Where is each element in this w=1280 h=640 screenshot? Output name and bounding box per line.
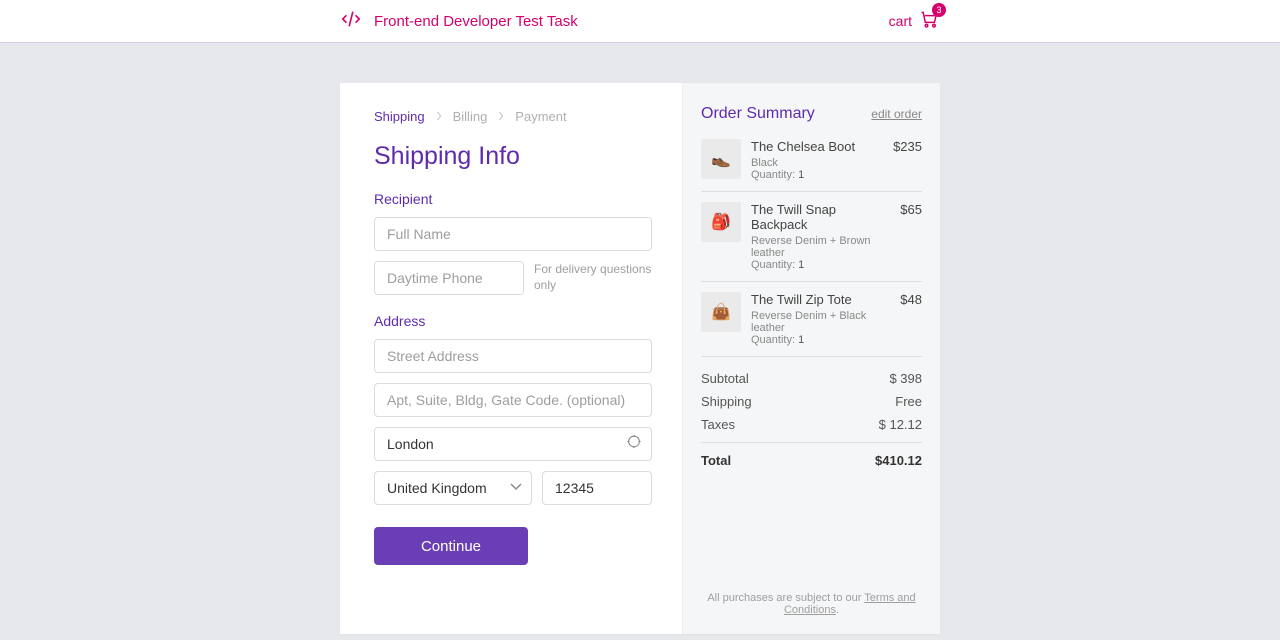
item-qty: Quantity: 1 [751,169,883,181]
cart-count-badge: 3 [932,3,946,17]
page-title: Shipping Info [374,142,652,171]
item-desc: Reverse Denim + Black leather [751,310,890,334]
address-label: Address [374,313,652,329]
total-value: $410.12 [875,453,922,468]
recipient-label: Recipient [374,191,652,207]
item-desc: Black [751,157,883,169]
order-item: 👞 The Chelsea Boot Black Quantity: 1 $23… [701,139,922,192]
subtotal-value: $ 398 [889,371,922,386]
phone-hint: For delivery questions only [534,262,652,293]
chevron-right-icon [435,109,443,124]
item-desc: Reverse Denim + Brown leather [751,235,890,259]
step-billing[interactable]: Billing [453,109,488,124]
subtotal-label: Subtotal [701,371,749,386]
checkout-card: Shipping Billing Payment Shipping Info R… [340,83,940,634]
shipping-form: Shipping Billing Payment Shipping Info R… [340,83,682,634]
zip-input[interactable] [542,471,652,505]
step-shipping[interactable]: Shipping [374,109,425,124]
chevron-right-icon [497,109,505,124]
phone-input[interactable] [374,261,524,295]
order-item: 🎒 The Twill Snap Backpack Reverse Denim … [701,192,922,282]
item-name: The Twill Snap Backpack [751,202,890,232]
country-select[interactable] [374,471,532,505]
logo: Front-end Developer Test Task [340,8,578,35]
item-thumbnail: 👜 [701,292,741,332]
item-qty: Quantity: 1 [751,259,890,271]
site-header: Front-end Developer Test Task cart 3 [0,0,1280,43]
cart-button[interactable]: cart 3 [889,9,940,34]
step-payment[interactable]: Payment [515,109,566,124]
cart-label: cart [889,13,912,29]
locate-icon[interactable] [626,434,642,455]
code-icon [340,8,362,35]
order-summary-title: Order Summary [701,105,815,123]
item-thumbnail: 🎒 [701,202,741,242]
edit-order-link[interactable]: edit order [871,107,922,121]
item-name: The Chelsea Boot [751,139,883,154]
item-name: The Twill Zip Tote [751,292,890,307]
city-input[interactable] [374,427,652,461]
site-title: Front-end Developer Test Task [374,13,578,30]
item-price: $235 [893,139,922,181]
legal-text: All purchases are subject to our Terms a… [701,472,922,616]
apt-input[interactable] [374,383,652,417]
order-items: 👞 The Chelsea Boot Black Quantity: 1 $23… [701,139,922,357]
item-thumbnail: 👞 [701,139,741,179]
shipping-value: Free [895,394,922,409]
street-input[interactable] [374,339,652,373]
cart-icon: 3 [918,9,940,34]
order-totals: Subtotal$ 398 ShippingFree Taxes$ 12.12 … [701,367,922,472]
shipping-label: Shipping [701,394,752,409]
taxes-label: Taxes [701,417,735,432]
item-price: $65 [900,202,922,271]
item-price: $48 [900,292,922,346]
taxes-value: $ 12.12 [879,417,922,432]
full-name-input[interactable] [374,217,652,251]
continue-button[interactable]: Continue [374,527,528,565]
order-item: 👜 The Twill Zip Tote Reverse Denim + Bla… [701,282,922,357]
item-qty: Quantity: 1 [751,334,890,346]
total-label: Total [701,453,731,468]
order-summary: Order Summary edit order 👞 The Chelsea B… [682,83,940,634]
checkout-steps: Shipping Billing Payment [374,109,652,124]
